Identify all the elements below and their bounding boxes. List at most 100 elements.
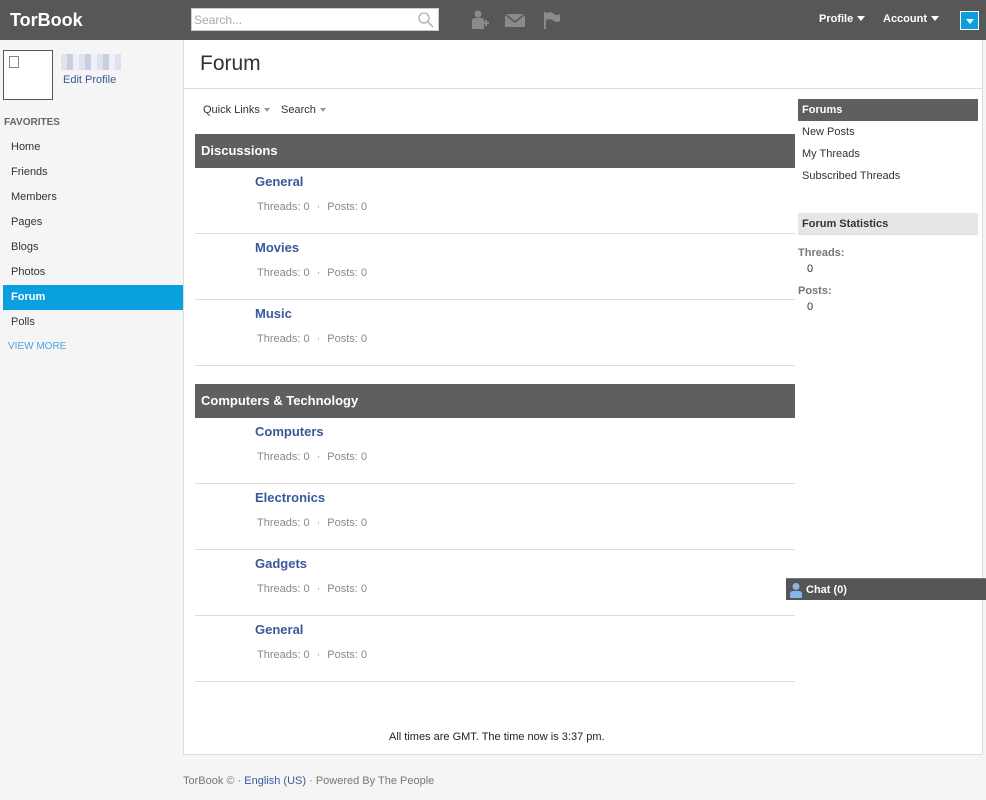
sidebar-item-pages[interactable]: Pages bbox=[3, 210, 183, 235]
thread-count: Threads: 0 bbox=[257, 451, 310, 463]
forum-stats: Threads: 0 · Posts: 0 bbox=[257, 451, 367, 463]
post-count: Posts: 0 bbox=[327, 451, 368, 463]
broken-image-icon bbox=[9, 56, 19, 68]
forum-stats: Threads: 0 · Posts: 0 bbox=[257, 267, 367, 279]
stat-separator: · bbox=[316, 201, 321, 213]
favorites-list: Home Friends Members Pages Blogs Photos … bbox=[3, 135, 183, 335]
quick-links-label: Quick Links bbox=[203, 104, 260, 116]
forum-stats: Threads: 0 · Posts: 0 bbox=[257, 201, 367, 213]
top-bar: TorBook Profile Account bbox=[0, 0, 986, 40]
thread-count: Threads: 0 bbox=[257, 649, 310, 661]
site-footer: TorBook © · English (US) · Powered By Th… bbox=[183, 775, 434, 787]
sidebar-item-members[interactable]: Members bbox=[3, 185, 183, 210]
sidebar-item-home[interactable]: Home bbox=[3, 135, 183, 160]
forum-link[interactable]: Gadgets bbox=[255, 556, 307, 571]
left-sidebar: Edit Profile FAVORITES Home Friends Memb… bbox=[0, 40, 183, 800]
forum-link[interactable]: Movies bbox=[255, 240, 299, 255]
posts-stat-value: 0 bbox=[807, 301, 814, 313]
post-count: Posts: 0 bbox=[327, 333, 368, 345]
favorites-heading: FAVORITES bbox=[4, 117, 60, 128]
post-count: Posts: 0 bbox=[327, 583, 368, 595]
sidebar-item-polls[interactable]: Polls bbox=[3, 310, 183, 335]
forum-row: General Threads: 0 · Posts: 0 bbox=[195, 616, 795, 682]
category-header[interactable]: Discussions bbox=[195, 134, 795, 168]
divider bbox=[184, 88, 982, 89]
forum-link[interactable]: General bbox=[255, 174, 303, 189]
search-input[interactable] bbox=[192, 9, 412, 30]
threads-stat-label: Threads: bbox=[798, 247, 845, 259]
post-count: Posts: 0 bbox=[327, 201, 368, 213]
post-count: Posts: 0 bbox=[327, 649, 368, 661]
subscribed-threads-link[interactable]: Subscribed Threads bbox=[802, 170, 900, 182]
sidebar-item-blogs[interactable]: Blogs bbox=[3, 235, 183, 260]
username-redacted bbox=[61, 54, 121, 70]
chevron-down-icon bbox=[263, 108, 270, 112]
chevron-down-icon bbox=[966, 19, 974, 24]
stat-separator: · bbox=[316, 451, 321, 463]
page-title: Forum bbox=[200, 52, 261, 75]
stat-separator: · bbox=[316, 517, 321, 529]
forum-link[interactable]: Electronics bbox=[255, 490, 325, 505]
posts-stat-label: Posts: bbox=[798, 285, 832, 297]
forum-stats: Threads: 0 · Posts: 0 bbox=[257, 649, 367, 661]
thread-count: Threads: 0 bbox=[257, 267, 310, 279]
forum-search-label: Search bbox=[281, 104, 316, 116]
flag-icon[interactable] bbox=[541, 10, 563, 30]
stat-separator: · bbox=[316, 333, 321, 345]
thread-count: Threads: 0 bbox=[257, 201, 310, 213]
threads-stat-value: 0 bbox=[807, 263, 814, 275]
forum-row: General Threads: 0 · Posts: 0 bbox=[195, 168, 795, 234]
account-menu-label: Account bbox=[883, 13, 927, 25]
my-threads-link[interactable]: My Threads bbox=[802, 148, 860, 160]
stat-separator: · bbox=[316, 583, 321, 595]
forum-row: Gadgets Threads: 0 · Posts: 0 bbox=[195, 550, 795, 616]
sidebar-item-friends[interactable]: Friends bbox=[3, 160, 183, 185]
language-link[interactable]: English (US) bbox=[244, 775, 306, 787]
forum-row: Movies Threads: 0 · Posts: 0 bbox=[195, 234, 795, 300]
site-logo[interactable]: TorBook bbox=[10, 10, 83, 31]
forum-row: Music Threads: 0 · Posts: 0 bbox=[195, 300, 795, 366]
forum-stats: Threads: 0 · Posts: 0 bbox=[257, 333, 367, 345]
forum-link[interactable]: General bbox=[255, 622, 303, 637]
edit-profile-link[interactable]: Edit Profile bbox=[63, 74, 116, 86]
forum-statistics-title: Forum Statistics bbox=[798, 213, 978, 235]
search-box bbox=[191, 8, 439, 31]
post-count: Posts: 0 bbox=[327, 517, 368, 529]
forum-link[interactable]: Computers bbox=[255, 424, 324, 439]
footer-copyright: TorBook © · bbox=[183, 775, 242, 787]
chat-label: Chat (0) bbox=[806, 584, 847, 596]
time-note: All times are GMT. The time now is 3:37 … bbox=[389, 731, 605, 743]
main-content: Forum Quick Links Search Discussions Gen… bbox=[183, 40, 983, 755]
forum-category: Discussions General Threads: 0 · Posts: 0 … bbox=[195, 134, 795, 366]
sidebar-item-photos[interactable]: Photos bbox=[3, 260, 183, 285]
thread-count: Threads: 0 bbox=[257, 583, 310, 595]
chevron-down-icon bbox=[857, 16, 866, 21]
profile-menu-label: Profile bbox=[819, 13, 854, 25]
avatar[interactable] bbox=[3, 50, 53, 100]
profile-menu[interactable]: Profile bbox=[819, 13, 866, 25]
forum-category: Computers & Technology Computers Threads… bbox=[195, 384, 795, 682]
sidebar-item-forum[interactable]: Forum bbox=[3, 285, 183, 310]
forums-panel-title: Forums bbox=[798, 99, 978, 121]
thread-count: Threads: 0 bbox=[257, 333, 310, 345]
post-count: Posts: 0 bbox=[327, 267, 368, 279]
forum-row: Computers Threads: 0 · Posts: 0 bbox=[195, 418, 795, 484]
view-more-link[interactable]: VIEW MORE bbox=[8, 341, 66, 352]
forum-search-dropdown[interactable]: Search bbox=[281, 104, 326, 116]
chevron-down-icon bbox=[319, 108, 326, 112]
category-header[interactable]: Computers & Technology bbox=[195, 384, 795, 418]
quick-links-dropdown[interactable]: Quick Links bbox=[203, 104, 270, 116]
mail-icon[interactable] bbox=[504, 10, 526, 30]
account-menu[interactable]: Account bbox=[883, 13, 939, 25]
search-icon[interactable] bbox=[417, 11, 435, 29]
new-posts-link[interactable]: New Posts bbox=[802, 126, 855, 138]
user-icon bbox=[790, 583, 802, 598]
chat-bar[interactable]: Chat (0) bbox=[786, 578, 986, 600]
friend-requests-icon[interactable] bbox=[468, 10, 490, 30]
forum-row: Electronics Threads: 0 · Posts: 0 bbox=[195, 484, 795, 550]
chevron-down-icon bbox=[931, 16, 939, 21]
main-menu-button[interactable] bbox=[960, 11, 979, 30]
forum-stats: Threads: 0 · Posts: 0 bbox=[257, 583, 367, 595]
thread-count: Threads: 0 bbox=[257, 517, 310, 529]
forum-link[interactable]: Music bbox=[255, 306, 292, 321]
